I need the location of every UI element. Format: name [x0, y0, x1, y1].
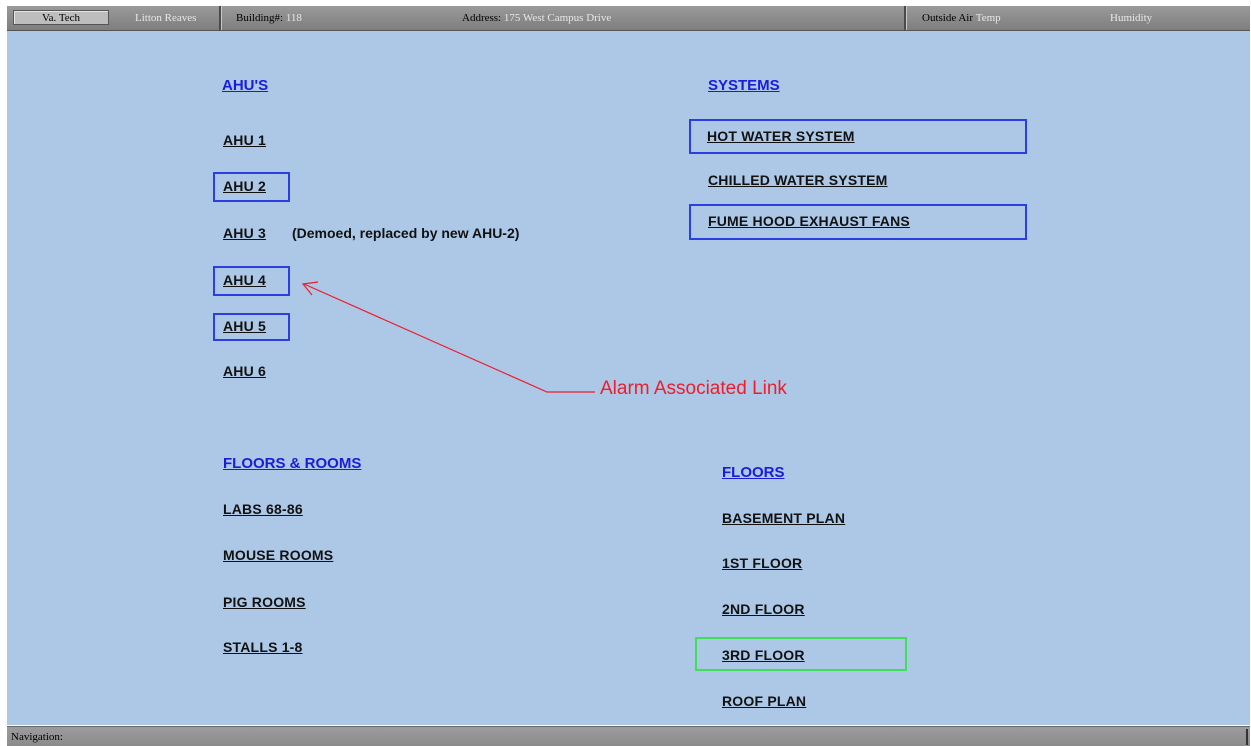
- site-button[interactable]: Va. Tech: [13, 10, 109, 25]
- temp-label: Temp: [975, 12, 1001, 24]
- header-divider: [219, 6, 222, 30]
- pig-rooms-link[interactable]: PIG ROOMS: [223, 594, 306, 610]
- header-bar: Va. Tech Litton Reaves Building#: 118 Ad…: [7, 6, 1250, 31]
- roof-plan-link[interactable]: ROOF PLAN: [722, 693, 806, 709]
- humidity-label: Humidity: [1110, 12, 1153, 24]
- floors-heading-link[interactable]: FLOORS: [722, 464, 785, 481]
- 2nd-floor-link[interactable]: 2ND FLOOR: [722, 601, 805, 617]
- mouse-rooms-link[interactable]: MOUSE ROOMS: [223, 547, 333, 563]
- building-number-value: 118: [285, 12, 302, 24]
- address: Address: 175 West Campus Drive: [462, 6, 611, 30]
- address-value: 175 West Campus Drive: [503, 12, 612, 24]
- outside-air-label: Outside Air: [922, 12, 974, 24]
- building-number: Building#: 118: [236, 6, 302, 30]
- humidity: Humidity: [1110, 6, 1152, 30]
- navigation-graphic: AHU'S AHU 1 AHU 2 AHU 3 (Demoed, replace…: [7, 31, 1250, 725]
- screen: Va. Tech Litton Reaves Building#: 118 Ad…: [0, 0, 1251, 746]
- building-name: Litton Reaves: [135, 12, 197, 24]
- 3rd-floor-link[interactable]: 3RD FLOOR: [722, 647, 805, 663]
- header-divider: [904, 6, 907, 30]
- stalls-1-8-link[interactable]: STALLS 1-8: [223, 639, 303, 655]
- site-label: Va. Tech: [41, 11, 81, 24]
- navigation-label: Navigation:: [11, 731, 63, 743]
- outside-air: Outside Air Temp: [922, 6, 1001, 30]
- 1st-floor-link[interactable]: 1ST FLOOR: [722, 555, 802, 571]
- basement-plan-link[interactable]: BASEMENT PLAN: [722, 510, 845, 526]
- floors-rooms-heading-link[interactable]: FLOORS & ROOMS: [223, 455, 361, 472]
- address-label: Address:: [462, 12, 502, 24]
- navigation-bar-end: [1246, 729, 1248, 745]
- navigation-bar: Navigation:: [7, 726, 1250, 746]
- alarm-associated-link-label: Alarm Associated Link: [600, 378, 787, 399]
- building-number-label: Building#:: [236, 12, 284, 24]
- labs-68-86-link[interactable]: LABS 68-86: [223, 501, 303, 517]
